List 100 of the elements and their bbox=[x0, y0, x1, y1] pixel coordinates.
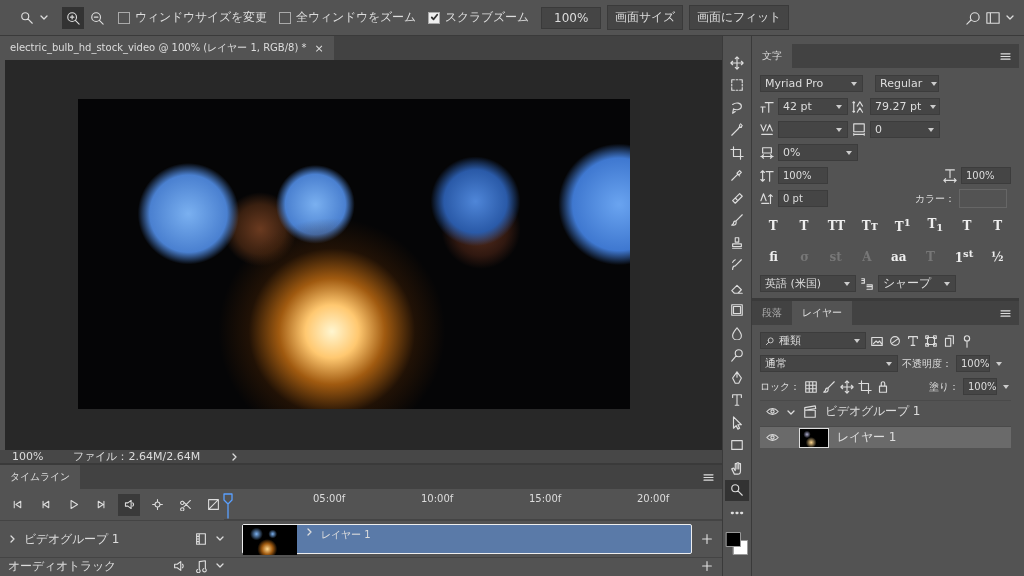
time-label: 20:00f bbox=[637, 493, 671, 504]
zoom-tool[interactable] bbox=[725, 479, 749, 501]
panel-tab[interactable]: タイムライン bbox=[0, 465, 80, 489]
text-style-button[interactable]: TT bbox=[827, 218, 846, 233]
color-swatches-icon[interactable] bbox=[725, 530, 749, 557]
eye-icon[interactable] bbox=[766, 433, 779, 442]
vertical-scale-field[interactable]: 100% bbox=[778, 167, 828, 184]
speaker-icon[interactable] bbox=[172, 559, 186, 573]
gear-icon bbox=[150, 498, 164, 511]
text-style-button[interactable]: T bbox=[960, 218, 974, 233]
font-family-dropdown[interactable]: Myriad Pro bbox=[760, 75, 863, 92]
kerning-icon bbox=[760, 122, 774, 137]
caret-icon[interactable] bbox=[216, 535, 224, 543]
close-button[interactable]: × bbox=[314, 41, 324, 55]
clapperboard-icon bbox=[803, 404, 817, 419]
text-style-button[interactable]: T bbox=[990, 218, 1005, 233]
chevron-icon[interactable] bbox=[230, 452, 239, 461]
zoom-preset-button[interactable]: 画面にフィット bbox=[689, 5, 790, 30]
language-dropdown[interactable]: 英語 (米国) bbox=[760, 275, 856, 292]
font-size-dropdown[interactable]: 42 pt bbox=[778, 98, 848, 115]
text-style-button[interactable]: Tт bbox=[861, 218, 879, 233]
horizontal-scale-field[interactable]: 100% bbox=[961, 167, 1011, 184]
layer-row[interactable]: レイヤー 1 bbox=[760, 426, 1011, 448]
history-brush-icon bbox=[730, 258, 744, 273]
panel-tab[interactable]: 文字 bbox=[752, 44, 792, 68]
layer-name: ビデオグループ 1 bbox=[825, 403, 921, 420]
opentype-button[interactable]: 1$^{st}$ bbox=[954, 248, 974, 265]
adjustment-filter-icon[interactable] bbox=[888, 333, 902, 348]
smart-object-filter-icon[interactable] bbox=[942, 333, 956, 348]
checkbox-label: 全ウィンドウをズーム bbox=[296, 9, 416, 26]
checkbox[interactable] bbox=[118, 11, 130, 24]
caret-icon[interactable] bbox=[1003, 384, 1009, 389]
opentype-button[interactable]: aa bbox=[890, 249, 907, 264]
blend-mode-dropdown[interactable]: 通常 bbox=[760, 355, 898, 372]
fill-field[interactable]: 100% bbox=[963, 378, 997, 395]
film-icon[interactable] bbox=[194, 532, 208, 546]
lock-transparency-icon[interactable] bbox=[804, 379, 818, 394]
audio-button[interactable] bbox=[118, 493, 140, 516]
shape-filter-icon[interactable] bbox=[924, 333, 938, 348]
brush-icon bbox=[730, 213, 744, 228]
hand-icon bbox=[730, 460, 744, 475]
document-tab[interactable]: electric_bulb_hd_stock_video @ 100% (レイヤー 1, RGB/8) * × bbox=[0, 36, 334, 60]
opentype-button[interactable]: ½ bbox=[990, 249, 1005, 264]
music-note-icon[interactable] bbox=[194, 559, 208, 573]
menu-icon[interactable] bbox=[1000, 51, 1011, 61]
text-style-button[interactable]: T$^{1}$ bbox=[894, 217, 911, 234]
clip-thumbnail bbox=[243, 525, 297, 555]
checkbox[interactable] bbox=[279, 11, 291, 24]
text-style-button[interactable]: T bbox=[797, 218, 811, 233]
leading-dropdown[interactable]: 79.27 pt bbox=[870, 98, 940, 115]
leading-icon bbox=[852, 99, 866, 114]
stamp-icon bbox=[730, 235, 744, 250]
panel-tab[interactable]: 段落 bbox=[752, 301, 792, 325]
checkbox[interactable] bbox=[428, 11, 440, 24]
baseline-shift-field[interactable]: 0 pt bbox=[778, 190, 828, 207]
menu-icon[interactable] bbox=[1000, 308, 1011, 318]
tracking-dropdown[interactable]: 0 bbox=[870, 121, 940, 138]
fill-label: 塗り： bbox=[929, 379, 959, 394]
lock-icon[interactable] bbox=[876, 379, 890, 394]
opacity-label: 不透明度： bbox=[902, 356, 952, 371]
caret-icon[interactable] bbox=[1006, 13, 1014, 22]
zoom-value-field[interactable]: 100% bbox=[541, 6, 602, 29]
zoom-icon[interactable] bbox=[20, 10, 34, 25]
brush-icon[interactable] bbox=[822, 379, 836, 394]
time-label: 10:00f bbox=[421, 493, 455, 504]
clip-name: レイヤー 1 bbox=[321, 528, 371, 542]
chevron-icon[interactable] bbox=[305, 528, 313, 536]
dodge-icon bbox=[730, 348, 744, 363]
add-icon[interactable] bbox=[700, 559, 714, 573]
caret-icon[interactable] bbox=[216, 562, 224, 570]
menu-icon[interactable] bbox=[703, 472, 714, 482]
font-style-dropdown[interactable]: Regular bbox=[875, 75, 939, 92]
opacity-field[interactable]: 100% bbox=[956, 355, 990, 372]
lock-label: ロック： bbox=[760, 379, 800, 394]
caret-icon[interactable] bbox=[996, 361, 1002, 366]
bandage-icon bbox=[730, 190, 744, 205]
text-style-button[interactable]: T bbox=[766, 218, 781, 233]
text-style-button[interactable]: T$_{1}$ bbox=[927, 217, 944, 234]
file-info: ファイル：2.64M/2.64M bbox=[73, 449, 201, 464]
time-label: 05:00f bbox=[313, 493, 347, 504]
type-filter-icon[interactable] bbox=[906, 333, 920, 348]
zoom-preset-button[interactable]: 画面サイズ bbox=[607, 5, 684, 30]
add-icon[interactable] bbox=[700, 532, 714, 546]
move-icon[interactable] bbox=[840, 379, 854, 394]
layer-row[interactable]: ビデオグループ 1 bbox=[760, 400, 1011, 422]
artboard-icon[interactable] bbox=[858, 379, 872, 394]
layer-filter-dropdown[interactable]: 種類 bbox=[760, 332, 866, 349]
zoom-in-button[interactable] bbox=[62, 6, 84, 29]
panel-tab[interactable]: レイヤー bbox=[792, 301, 852, 325]
caret-icon[interactable] bbox=[40, 13, 48, 22]
eye-icon[interactable] bbox=[766, 407, 779, 416]
more-icon bbox=[730, 510, 744, 515]
tsume-dropdown[interactable]: 0% bbox=[778, 144, 858, 161]
anti-alias-dropdown[interactable]: シャープ bbox=[878, 275, 956, 292]
workspace-icon[interactable] bbox=[986, 10, 1000, 25]
playhead-icon[interactable] bbox=[223, 493, 233, 519]
opentype-button[interactable]: fi bbox=[766, 249, 781, 264]
video-clip[interactable]: レイヤー 1 bbox=[242, 524, 692, 554]
chevron-icon[interactable] bbox=[8, 535, 16, 543]
search-icon[interactable] bbox=[966, 10, 980, 25]
